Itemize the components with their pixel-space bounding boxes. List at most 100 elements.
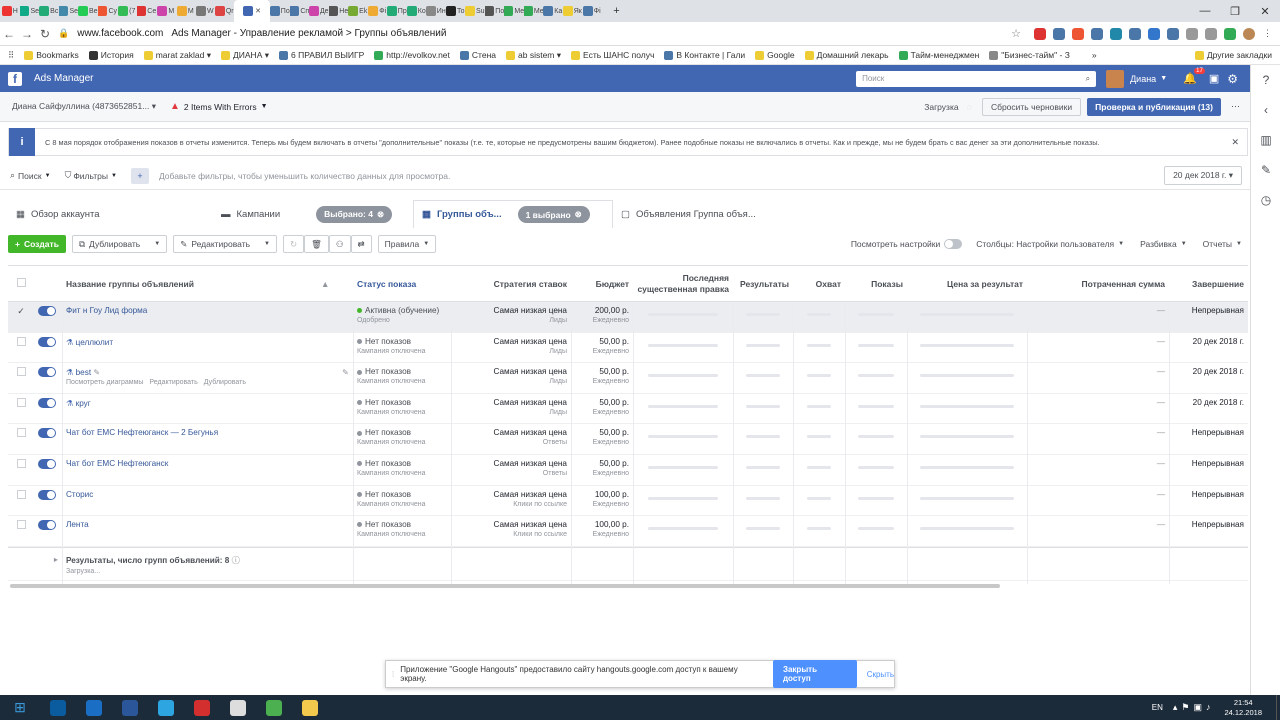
bookmark-item[interactable]: Домашний лекарь	[804, 50, 889, 60]
collapse-icon[interactable]: ‹	[1251, 95, 1280, 125]
taskbar-app-button[interactable]	[184, 695, 220, 720]
col-impressions[interactable]: Показы	[845, 279, 907, 289]
browser-tab[interactable]: Пр	[387, 0, 407, 22]
close-icon[interactable]: ⊗	[575, 209, 582, 220]
table-row[interactable]: Сторис Нет показов Кампания отключена Самая…	[8, 486, 1248, 517]
clock-icon[interactable]: ◷	[1251, 185, 1280, 215]
close-window-icon[interactable]: ✕	[1250, 5, 1280, 18]
browser-tab[interactable]: Су	[97, 0, 117, 22]
browser-tab[interactable]: По	[270, 0, 290, 22]
tray-icons[interactable]: ▴⚑▣♪	[1173, 702, 1215, 713]
row-checkbox[interactable]	[16, 397, 26, 407]
adset-name-link[interactable]: Лента	[66, 520, 89, 529]
browser-tab[interactable]: M	[156, 0, 176, 22]
avatar[interactable]	[1106, 69, 1125, 88]
close-icon[interactable]: ✕	[1231, 137, 1239, 148]
horizontal-scrollbar[interactable]	[10, 584, 1000, 588]
adset-toggle[interactable]	[38, 306, 56, 316]
bookmark-item[interactable]: ab sistem ▾	[506, 50, 561, 61]
start-button[interactable]: ⊞	[0, 695, 40, 720]
chevron-down-icon[interactable]: ▼	[154, 241, 160, 247]
extension-icon[interactable]	[1186, 27, 1198, 40]
bookmark-item[interactable]: Google	[755, 50, 795, 60]
bookmark-item[interactable]: "Бизнес-тайм" - З	[989, 50, 1070, 60]
search-dropdown[interactable]: Поиск	[18, 171, 42, 181]
browser-tab[interactable]: W	[195, 0, 215, 22]
taskbar-app-button[interactable]	[292, 695, 328, 720]
new-tab-button[interactable]: +	[602, 5, 632, 17]
notifications-icon[interactable]: 🔔 17	[1183, 68, 1205, 85]
close-tab-icon[interactable]: ✕	[255, 7, 261, 15]
bookmark-item[interactable]: ДИАНА ▾	[221, 50, 269, 61]
row-checkbox[interactable]	[16, 336, 26, 346]
stop-sharing-button[interactable]: Закрыть доступ	[772, 660, 857, 688]
col-name[interactable]: Название группы объявлений	[62, 279, 317, 289]
date-range-picker[interactable]: 20 дек 2018 г. ▾	[1164, 166, 1242, 185]
budget-value[interactable]: 200,00 р.	[575, 306, 629, 315]
extension-icon[interactable]	[1224, 27, 1236, 40]
col-reach[interactable]: Охват	[793, 279, 845, 289]
forward-icon[interactable]: →	[18, 27, 36, 41]
browser-tab[interactable]: Сп	[289, 0, 309, 22]
browser-tab[interactable]: Вс	[39, 0, 59, 22]
select-all-checkbox[interactable]	[8, 278, 34, 289]
chevron-down-icon[interactable]: ▼	[45, 173, 51, 179]
extension-icon[interactable]	[1148, 27, 1160, 40]
menu-icon[interactable]: ⋮	[1263, 28, 1272, 39]
col-amount-spent[interactable]: Потраченная сумма	[1027, 279, 1169, 289]
budget-value[interactable]: 50,00 р.	[575, 459, 629, 468]
extension-icon[interactable]	[1072, 27, 1084, 40]
avatar[interactable]	[1243, 27, 1255, 40]
account-selector[interactable]: Диана Сайфуллина (4873652851... ▾	[12, 101, 156, 112]
url-input[interactable]: www.facebook.com	[77, 28, 163, 39]
table-row[interactable]: ⚗ круг Нет показов Кампания отключена Самая…	[8, 394, 1248, 425]
col-results[interactable]: Результаты	[733, 279, 793, 289]
row-checkbox[interactable]	[16, 489, 26, 499]
back-icon[interactable]: ←	[0, 27, 18, 41]
col-bid-strategy[interactable]: Стратегия ставок	[451, 279, 571, 289]
columns-dropdown[interactable]: Столбцы: Настройки пользователя ▼	[970, 235, 1131, 253]
create-button[interactable]: + Создать	[8, 235, 66, 253]
adset-name-link[interactable]: Чат бот ЕМС Нефтеюганск — 2 Бегунья	[66, 428, 218, 437]
browser-tab[interactable]: Н	[0, 0, 20, 22]
chart-icon[interactable]: ▥	[1251, 125, 1280, 155]
budget-value[interactable]: 50,00 р.	[575, 367, 629, 376]
browser-tab[interactable]: Su	[465, 0, 485, 22]
bookmark-item[interactable]: Тайм-менеджмен	[898, 50, 979, 60]
tab-campaigns[interactable]: ▬ Кампании Выбрано: 4 ⊗	[213, 200, 413, 228]
budget-value[interactable]: 50,00 р.	[575, 337, 629, 346]
chevron-down-icon[interactable]: ▼	[1160, 75, 1167, 82]
pencil-icon[interactable]: ✎	[342, 368, 349, 377]
browser-tab[interactable]: Фі	[368, 0, 388, 22]
col-cost-per-result[interactable]: Цена за результат	[907, 279, 1027, 289]
expand-icon[interactable]: ▸	[8, 554, 62, 564]
reports-dropdown[interactable]: Отчеты ▼	[1196, 235, 1248, 253]
campaigns-selected-pill[interactable]: Выбрано: 4 ⊗	[316, 205, 393, 223]
audience-icon[interactable]: ⚇	[328, 235, 351, 253]
gear-icon[interactable]: ⚙	[1227, 72, 1238, 86]
taskbar-app-button[interactable]	[40, 695, 76, 720]
chevron-down-icon[interactable]: ▼	[264, 241, 270, 247]
browser-tab[interactable]: Se	[58, 0, 78, 22]
budget-value[interactable]: 100,00 р.	[575, 490, 629, 499]
col-ends[interactable]: Завершение	[1169, 279, 1248, 289]
extension-icon[interactable]	[1091, 27, 1103, 40]
browser-tab[interactable]: Ка	[543, 0, 563, 22]
help-icon[interactable]: ?	[1251, 65, 1280, 95]
taskbar-app-button[interactable]	[256, 695, 292, 720]
col-budget[interactable]: Бюджет	[571, 279, 633, 289]
browser-tab[interactable]: То	[445, 0, 466, 22]
star-icon[interactable]: ☆	[1011, 27, 1021, 40]
adset-toggle[interactable]	[38, 367, 56, 378]
browser-tab[interactable]: Ме	[523, 0, 543, 22]
tab-adsets[interactable]: ▦ Группы объ... 1 выбрано ⊗	[413, 200, 613, 228]
adset-name-link[interactable]: Сторис	[66, 490, 93, 499]
search-icon[interactable]: ⌕	[10, 170, 15, 181]
row-checkbox[interactable]	[16, 458, 26, 468]
table-row[interactable]: Лента Нет показов Кампания отключена Самая …	[8, 516, 1248, 547]
breakdown-dropdown[interactable]: Разбивка ▼	[1134, 235, 1193, 253]
browser-tab[interactable]: Фі	[582, 0, 602, 22]
browser-tab[interactable]: M	[176, 0, 196, 22]
table-row[interactable]: ⚗ целлюлит Нет показов Кампания отключена С…	[8, 333, 1248, 364]
row-checkbox[interactable]	[16, 520, 26, 530]
